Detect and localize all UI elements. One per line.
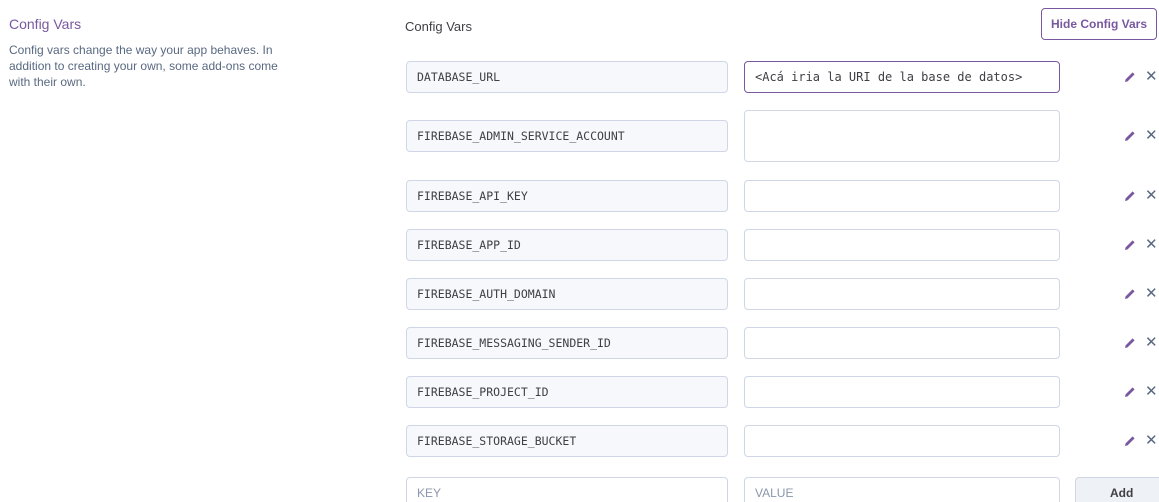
- pencil-icon[interactable]: [1123, 129, 1137, 143]
- new-value-input[interactable]: [744, 477, 1060, 502]
- pencil-icon[interactable]: [1123, 336, 1137, 350]
- pencil-icon[interactable]: [1123, 238, 1137, 252]
- new-key-input[interactable]: [406, 477, 728, 502]
- close-icon[interactable]: ✕: [1145, 237, 1159, 252]
- config-var-value[interactable]: [744, 180, 1060, 212]
- pencil-icon[interactable]: [1123, 434, 1137, 448]
- config-var-value[interactable]: [744, 327, 1060, 359]
- config-var-key[interactable]: FIREBASE_MESSAGING_SENDER_ID: [406, 327, 728, 359]
- close-icon[interactable]: ✕: [1145, 433, 1159, 448]
- config-var-key[interactable]: FIREBASE_PROJECT_ID: [406, 376, 728, 408]
- hide-config-vars-button[interactable]: Hide Config Vars: [1041, 8, 1157, 40]
- config-vars-page: Config Vars Config vars change the way y…: [0, 0, 1159, 502]
- section-description: Config vars change the way your app beha…: [9, 43, 278, 89]
- pencil-icon[interactable]: [1123, 385, 1137, 399]
- config-var-value[interactable]: [744, 425, 1060, 457]
- config-var-value[interactable]: [744, 376, 1060, 408]
- add-config-var-button[interactable]: Add: [1075, 477, 1159, 502]
- panel-title: Config Vars: [405, 19, 472, 34]
- config-var-value[interactable]: [744, 110, 1060, 162]
- close-icon[interactable]: ✕: [1145, 384, 1159, 399]
- close-icon[interactable]: ✕: [1145, 188, 1159, 203]
- config-var-key[interactable]: DATABASE_URL: [406, 61, 728, 93]
- close-icon[interactable]: ✕: [1145, 128, 1159, 143]
- section-title: Config Vars: [9, 16, 82, 32]
- pencil-icon[interactable]: [1123, 189, 1137, 203]
- close-icon[interactable]: ✕: [1145, 335, 1159, 350]
- pencil-icon[interactable]: [1123, 70, 1137, 84]
- close-icon[interactable]: ✕: [1145, 69, 1159, 84]
- config-var-value[interactable]: <Acá iria la URI de la base de datos>: [744, 61, 1060, 93]
- config-var-value[interactable]: [744, 278, 1060, 310]
- config-var-key[interactable]: FIREBASE_AUTH_DOMAIN: [406, 278, 728, 310]
- config-var-key[interactable]: FIREBASE_API_KEY: [406, 180, 728, 212]
- close-icon[interactable]: ✕: [1145, 286, 1159, 301]
- config-var-key[interactable]: FIREBASE_STORAGE_BUCKET: [406, 425, 728, 457]
- pencil-icon[interactable]: [1123, 287, 1137, 301]
- config-var-value[interactable]: [744, 229, 1060, 261]
- config-var-key[interactable]: FIREBASE_APP_ID: [406, 229, 728, 261]
- config-var-key[interactable]: FIREBASE_ADMIN_SERVICE_ACCOUNT: [406, 120, 728, 152]
